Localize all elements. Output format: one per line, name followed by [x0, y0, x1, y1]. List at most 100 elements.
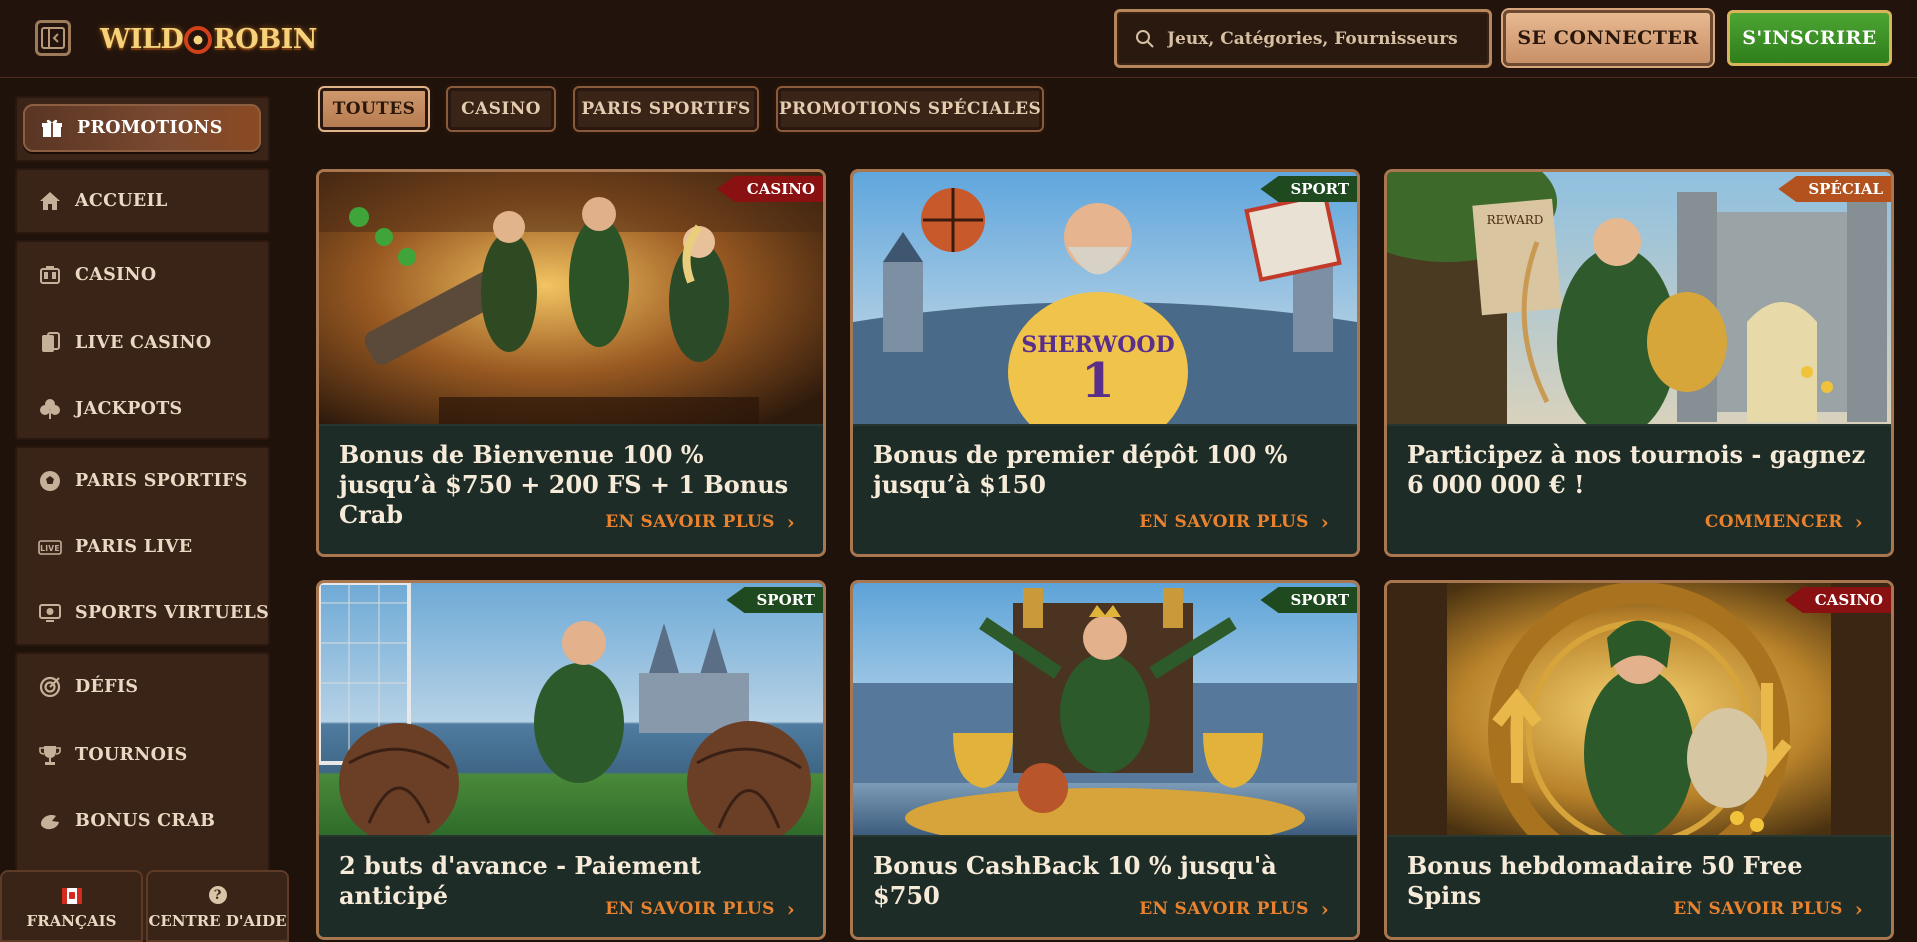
promo-card-image: REWARD: [1387, 172, 1891, 424]
promo-card-body: Bonus de premier dépôt 100 % jusqu’à $15…: [853, 424, 1357, 554]
category-badge: SPORT: [1260, 587, 1357, 613]
svg-text:1: 1: [1081, 353, 1114, 409]
promo-card-image: SHERWOOD 1: [853, 172, 1357, 424]
svg-text:REWARD: REWARD: [1487, 213, 1544, 227]
sidebar-item-bonus-crab[interactable]: BONUS CRAB: [15, 792, 270, 850]
live-icon: LIVE: [37, 534, 63, 560]
search-box[interactable]: [1114, 9, 1492, 68]
crab-icon: [37, 808, 63, 834]
collapse-menu-icon: [41, 27, 65, 49]
logo-text-robin: ROBIN: [213, 23, 317, 55]
promo-card-image: [853, 583, 1357, 835]
chevron-right-icon: ›: [1320, 510, 1329, 534]
sidebar-item-promotions[interactable]: PROMOTIONS: [23, 104, 261, 152]
sidebar-item-live-casino[interactable]: LIVE CASINO: [15, 314, 270, 372]
sidebar-item-label: TOURNOIS: [75, 745, 188, 765]
promo-card[interactable]: SHERWOOD 1 SPORT Bonus de premier dépôt …: [850, 169, 1360, 557]
promo-cta-label: EN SAVOIR PLUS: [1139, 512, 1309, 532]
sidebar-item-label: PARIS LIVE: [75, 537, 193, 557]
signup-button[interactable]: S'INSCRIRE: [1727, 10, 1892, 66]
promo-cta-label: EN SAVOIR PLUS: [1139, 899, 1309, 919]
top-header: WILD ROBIN SE CONNECTER S'INSCRIRE: [0, 0, 1917, 78]
promo-cta-label: EN SAVOIR PLUS: [605, 899, 775, 919]
language-selector[interactable]: FRANÇAIS: [0, 870, 143, 942]
cards-icon: [37, 330, 63, 356]
sidebar: PROMOTIONS ACCUEIL CASINO LIVE CASINO JA…: [0, 80, 282, 942]
soccer-ball-icon: [37, 468, 63, 494]
virtual-sports-icon: [37, 600, 63, 626]
sidebar-item-label: ACCUEIL: [75, 191, 168, 211]
sidebar-item-defis[interactable]: DÉFIS: [15, 658, 270, 716]
search-input[interactable]: [1167, 28, 1467, 49]
sidebar-group-casino: CASINO LIVE CASINO JACKPOTS: [15, 240, 270, 440]
category-badge: SPORT: [726, 587, 823, 613]
promo-cta-link[interactable]: EN SAVOIR PLUS ›: [1139, 897, 1329, 921]
promo-card[interactable]: CASINO Bonus hebdomadaire 50 Free Spins …: [1384, 580, 1894, 940]
chevron-right-icon: ›: [1854, 510, 1863, 534]
promo-title: Participez à nos tournois - gagnez 6 000…: [1407, 440, 1866, 499]
promo-cta-label: EN SAVOIR PLUS: [1673, 899, 1843, 919]
promo-card[interactable]: REWARD SPÉCIAL Participez à nos tournois…: [1384, 169, 1894, 557]
promo-cta-link[interactable]: COMMENCER ›: [1705, 510, 1863, 534]
promo-card-image: [319, 583, 823, 835]
sidebar-item-casino[interactable]: CASINO: [15, 246, 270, 304]
home-icon: [37, 188, 63, 214]
logo-target-icon: [184, 26, 213, 54]
tab-promotions-speciales[interactable]: PROMOTIONS SPÉCIALES: [776, 86, 1044, 132]
sidebar-group-promotions: PROMOTIONS: [15, 96, 270, 162]
promo-title: Bonus de premier dépôt 100 % jusqu’à $15…: [873, 440, 1288, 499]
sidebar-item-jackpots[interactable]: JACKPOTS: [15, 380, 270, 438]
chevron-right-icon: ›: [786, 897, 795, 921]
login-button[interactable]: SE CONNECTER: [1503, 10, 1713, 66]
sidebar-item-label: SPORTS VIRTUELS: [75, 603, 270, 623]
sidebar-item-label: BONUS CRAB: [75, 811, 216, 831]
sidebar-item-paris-live[interactable]: LIVE PARIS LIVE: [15, 518, 270, 576]
chevron-right-icon: ›: [1854, 897, 1863, 921]
promo-card-body: Participez à nos tournois - gagnez 6 000…: [1387, 424, 1891, 554]
tab-casino[interactable]: CASINO: [446, 86, 556, 132]
sidebar-item-sports-virtuels[interactable]: SPORTS VIRTUELS: [15, 584, 270, 642]
help-center-button[interactable]: ? CENTRE D'AIDE: [146, 870, 289, 942]
sidebar-item-label: PARIS SPORTIFS: [75, 471, 248, 491]
chevron-right-icon: ›: [786, 510, 795, 534]
casino-icon: [37, 262, 63, 288]
promo-cta-label: COMMENCER: [1704, 512, 1843, 532]
sidebar-item-label: JACKPOTS: [75, 399, 183, 419]
promo-card-image: [319, 172, 823, 424]
help-icon: ?: [208, 886, 227, 904]
promo-card-body: Bonus CashBack 10 % jusqu'à $750 EN SAVO…: [853, 835, 1357, 937]
sidebar-item-accueil[interactable]: ACCUEIL: [15, 172, 270, 230]
promo-cta-link[interactable]: EN SAVOIR PLUS ›: [605, 510, 795, 534]
promo-cta-label: EN SAVOIR PLUS: [605, 512, 775, 532]
help-label: CENTRE D'AIDE: [148, 912, 287, 930]
search-icon: [1136, 29, 1154, 48]
promo-cta-link[interactable]: EN SAVOIR PLUS ›: [1673, 897, 1863, 921]
promo-card-image: [1387, 583, 1891, 835]
sidebar-item-tournois[interactable]: TOURNOIS: [15, 726, 270, 784]
trophy-icon: [37, 742, 63, 768]
promo-card[interactable]: CASINO Bonus de Bienvenue 100 % jusqu’à …: [316, 169, 826, 557]
sidebar-item-paris-sportifs[interactable]: PARIS SPORTIFS: [15, 452, 270, 510]
promo-card[interactable]: SPORT Bonus CashBack 10 % jusqu'à $750 E…: [850, 580, 1360, 940]
tab-toutes[interactable]: TOUTES: [318, 86, 430, 132]
sidebar-item-label: LIVE CASINO: [75, 333, 212, 353]
promo-cta-link[interactable]: EN SAVOIR PLUS ›: [1139, 510, 1329, 534]
tab-paris-sportifs[interactable]: PARIS SPORTIFS: [573, 86, 759, 132]
wild-robin-logo[interactable]: WILD ROBIN: [100, 14, 317, 64]
category-badge: CASINO: [716, 176, 823, 202]
promo-card-body: 2 buts d'avance - Paiement anticipé EN S…: [319, 835, 823, 937]
language-label: FRANÇAIS: [26, 912, 117, 930]
target-icon: [37, 674, 63, 700]
category-badge: SPÉCIAL: [1778, 176, 1891, 202]
gift-icon: [39, 115, 65, 141]
clover-icon: [37, 396, 63, 422]
category-badge: CASINO: [1784, 587, 1891, 613]
promo-card[interactable]: SPORT 2 buts d'avance - Paiement anticip…: [316, 580, 826, 940]
promo-card-body: Bonus hebdomadaire 50 Free Spins EN SAVO…: [1387, 835, 1891, 937]
svg-text:LIVE: LIVE: [40, 544, 60, 553]
sidebar-toggle-button[interactable]: [35, 20, 71, 56]
canada-flag-icon: [61, 888, 82, 904]
sidebar-item-label: CASINO: [75, 265, 157, 285]
sidebar-item-label: PROMOTIONS: [77, 118, 223, 138]
promo-cta-link[interactable]: EN SAVOIR PLUS ›: [605, 897, 795, 921]
